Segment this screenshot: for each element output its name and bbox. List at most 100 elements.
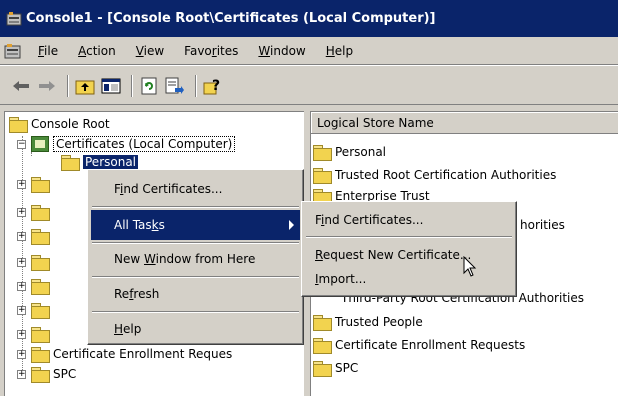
menu-item-new-window-from-here[interactable]: New Window from Here [91, 244, 300, 274]
folder-icon [61, 155, 80, 171]
tree-item-label: Certificates (Local Computer) [53, 136, 236, 152]
tree-item-collapsed[interactable]: + [17, 300, 53, 320]
expand-toggle[interactable]: + [17, 207, 26, 217]
list-item[interactable]: Trusted People [311, 312, 423, 332]
tree-item-label: Console Root [31, 117, 110, 131]
expand-toggle[interactable]: + [17, 305, 26, 315]
menu-item-find-certificates[interactable]: Find Certificates... [91, 174, 300, 204]
expand-toggle[interactable]: + [17, 329, 26, 339]
menu-item-label: New Window from Here [114, 252, 256, 266]
folder-icon [9, 117, 28, 133]
folder-icon [31, 279, 50, 295]
expand-toggle[interactable]: + [17, 369, 26, 379]
folder-icon [313, 361, 332, 377]
tree-item-collapsed[interactable]: + [17, 174, 53, 194]
menu-item-label: All Tasks [114, 218, 165, 232]
all-tasks-submenu: Find Certificates... Request New Certifi… [301, 201, 517, 297]
list-item[interactable]: Certificate Enrollment Requests [311, 335, 525, 355]
menu-window[interactable]: Window [248, 44, 315, 58]
menu-action[interactable]: Action [68, 44, 126, 58]
menu-file[interactable]: File [28, 44, 68, 58]
expand-toggle[interactable]: + [17, 349, 26, 359]
folder-icon [31, 229, 50, 245]
menu-item-help[interactable]: Help [91, 314, 300, 344]
refresh-icon[interactable] [138, 75, 160, 97]
folder-icon [313, 145, 332, 161]
expand-toggle[interactable]: + [17, 281, 26, 291]
folder-icon [31, 327, 50, 343]
tree-item-collapsed[interactable]: + [17, 276, 53, 296]
menu-item-all-tasks[interactable]: All Tasks [91, 210, 300, 240]
tree-item-collapsed[interactable]: + [17, 202, 53, 222]
folder-icon [31, 205, 50, 221]
tree-item-spc[interactable]: + SPC [17, 364, 76, 384]
help-icon[interactable]: ? [202, 75, 224, 97]
tree-item-collapsed[interactable]: + [17, 226, 53, 246]
menu-help[interactable]: Help [316, 44, 363, 58]
folder-icon [313, 338, 332, 354]
folder-icon [313, 315, 332, 331]
console-document-icon[interactable] [4, 42, 22, 60]
folder-icon [31, 303, 50, 319]
tree-item-certificates[interactable]: − Certificates (Local Computer) [17, 134, 236, 154]
mmc-app-icon[interactable] [6, 11, 22, 27]
column-header-label: Logical Store Name [317, 115, 434, 130]
submenu-item-find-certificates[interactable]: Find Certificates... [305, 207, 513, 233]
list-item-label: Certificate Enrollment Requests [335, 338, 526, 352]
list-item-label: Trusted Root Certification Authorities [335, 168, 557, 182]
tree-item-collapsed[interactable]: + [17, 324, 53, 344]
list-item-label: SPC [335, 361, 359, 375]
tree-item-label: Certificate Enrollment Reques [53, 347, 233, 361]
expand-toggle[interactable]: + [17, 231, 26, 241]
submenu-arrow-icon [289, 220, 294, 230]
menu-bar: File Action View Favorites Window Help [0, 37, 618, 65]
tree-item-label: Personal [83, 155, 139, 169]
list-item-label: Trusted People [335, 315, 423, 329]
menu-separator [92, 311, 299, 313]
submenu-item-request-new-certificate[interactable]: Request New Certificate... [305, 242, 513, 268]
show-hide-tree-icon[interactable] [100, 75, 122, 97]
menu-item-label: Help [114, 322, 142, 336]
list-item[interactable]: Personal [311, 142, 386, 162]
folder-icon [31, 177, 50, 193]
list-item-label: horities [520, 218, 565, 232]
column-header-logical-store-name[interactable]: Logical Store Name [311, 112, 618, 134]
certificate-store-icon [31, 136, 49, 152]
toolbar: ? [0, 67, 618, 105]
tree-item-label: SPC [53, 367, 77, 381]
menu-favorites[interactable]: Favorites [174, 44, 248, 58]
title-bar[interactable]: Console1 - [Console Root\Certificates (L… [0, 0, 618, 37]
tree-item-collapsed[interactable]: + [17, 252, 53, 272]
menu-separator [92, 276, 299, 278]
tree-item-console-root[interactable]: Console Root [9, 114, 110, 134]
folder-icon [31, 367, 50, 383]
menu-separator [92, 206, 299, 208]
toolbar-separator [67, 74, 69, 97]
mouse-pointer-icon [463, 255, 477, 278]
expand-toggle[interactable]: + [17, 257, 26, 267]
list-item[interactable]: SPC [311, 358, 358, 378]
up-folder-icon[interactable] [74, 75, 96, 97]
svg-text:?: ? [212, 78, 220, 94]
forward-arrow-icon[interactable] [36, 75, 58, 97]
tree-item-certificate-enrollment[interactable]: + Certificate Enrollment Reques [17, 344, 232, 364]
collapse-toggle[interactable]: − [17, 139, 26, 149]
expand-toggle[interactable]: + [17, 179, 26, 189]
export-list-icon[interactable] [164, 75, 186, 97]
window-title: Console1 - [Console Root\Certificates (L… [26, 11, 436, 26]
list-item-partial[interactable]: horities [518, 215, 565, 235]
submenu-item-import[interactable]: Import... [305, 266, 513, 292]
list-item[interactable]: Trusted Root Certification Authorities [311, 165, 556, 185]
menu-item-label: Request New Certificate... [315, 248, 472, 262]
menu-item-label: Find Certificates... [315, 213, 424, 227]
toolbar-separator [131, 74, 133, 97]
menu-item-label: Import... [315, 272, 367, 286]
menu-item-refresh[interactable]: Refresh [91, 279, 300, 309]
menu-item-label: Refresh [114, 287, 160, 301]
back-arrow-icon[interactable] [10, 75, 32, 97]
folder-icon [31, 255, 50, 271]
menu-item-label: Find Certificates... [114, 182, 223, 196]
menu-view[interactable]: View [126, 44, 174, 58]
folder-icon [313, 168, 332, 184]
list-item-label: Personal [335, 145, 387, 159]
